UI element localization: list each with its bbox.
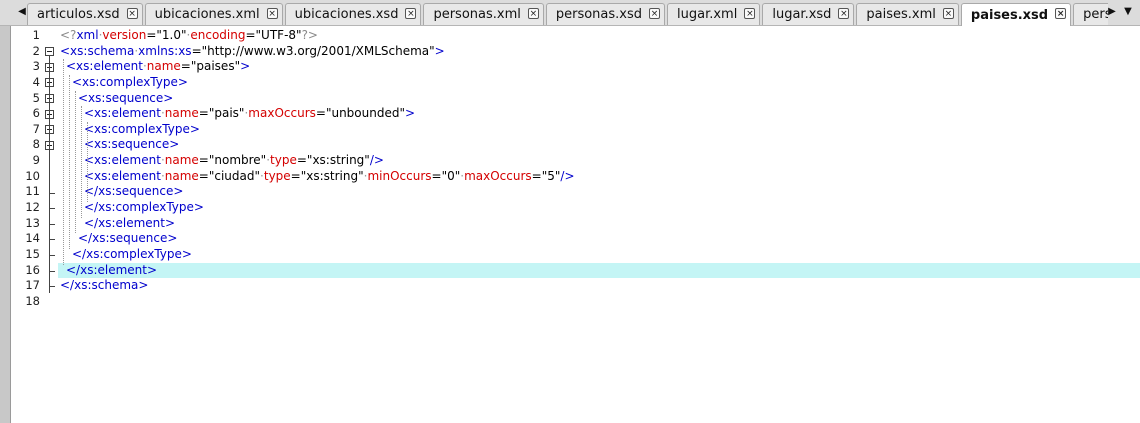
line-number: 11: [25, 184, 40, 199]
code-line: <xs:element·name="pais"·maxOccurs="unbou…: [58, 106, 1140, 122]
tab-list-menu-icon[interactable]: ▼: [1123, 6, 1133, 18]
line-number-gutter: 1 2 3 4 5 6 7 8 9 10 11 12 13 14 15 16 17 18: [11, 26, 42, 423]
code-line: <xs:element·name="ciudad"·type="xs:strin…: [58, 169, 1140, 185]
code-line: <xs:sequence>: [58, 137, 1140, 153]
tab-paises-xsd[interactable]: paises.xsd ×: [960, 3, 1072, 26]
line-number: 14: [25, 231, 40, 246]
line-number: 2: [32, 43, 40, 58]
code-text: <xs:element·name="ciudad"·type="xs:strin…: [84, 168, 575, 183]
tab-label: paises.xsd: [970, 7, 1049, 23]
code-line: </xs:element>: [58, 216, 1140, 232]
code-line: <xs:element·name="paises">: [58, 59, 1140, 75]
line-number: 6: [32, 106, 40, 121]
line-number: 7: [32, 121, 40, 136]
code-text: <xs:sequence>: [84, 137, 180, 152]
code-line: <xs:complexType>: [58, 122, 1140, 138]
code-text: <xs:complexType>: [72, 74, 188, 89]
code-text: <xs:sequence>: [78, 90, 174, 105]
tab-label: ubicaciones.xml: [154, 7, 260, 22]
tab-label: articulos.xsd: [37, 7, 120, 22]
code-line: <?xml·version="1.0"·encoding="UTF-8"?>: [58, 28, 1140, 44]
line-number: 3: [32, 59, 40, 74]
code-text: </xs:element>: [84, 215, 176, 230]
close-tab-icon[interactable]: ×: [942, 8, 954, 19]
code-text: <xs:element·name="pais"·maxOccurs="unbou…: [84, 106, 416, 121]
tab-label: lugar.xml: [677, 7, 738, 22]
tab-lugar-xsd[interactable]: lugar.xsd ×: [762, 3, 855, 25]
scroll-tabs-right-icon[interactable]: ▶: [1107, 6, 1117, 18]
tab-lugar-xml[interactable]: lugar.xml ×: [667, 3, 761, 25]
close-tab-icon[interactable]: ×: [527, 8, 539, 19]
tab-label: personas2: [1083, 7, 1108, 22]
line-number: 12: [25, 200, 40, 215]
tab-bar: ◀ articulos.xsd × ubicaciones.xml × ubicacio…: [0, 0, 1140, 26]
tab-label: personas.xsd: [555, 7, 643, 22]
line-number: 8: [32, 137, 40, 152]
code-text: </xs:sequence>: [78, 231, 178, 246]
left-strip: [0, 0, 11, 423]
line-number: 10: [25, 168, 40, 183]
code-text: </xs:complexType>: [84, 200, 204, 215]
code-line: <xs:complexType>: [58, 75, 1140, 91]
close-tab-icon[interactable]: ×: [266, 8, 278, 19]
code-line: </xs:complexType>: [58, 200, 1140, 216]
line-number: 16: [25, 262, 40, 277]
code-text: <xs:element·name="nombre"·type="xs:strin…: [84, 153, 384, 168]
code-line: </xs:sequence>: [58, 184, 1140, 200]
code-lines: <?xml·version="1.0"·encoding="UTF-8"?> <x…: [58, 28, 1140, 310]
line-number: 5: [32, 90, 40, 105]
code-line: </xs:schema>: [58, 278, 1140, 294]
tab-strip: articulos.xsd × ubicaciones.xml × ubicacione…: [27, 3, 1108, 26]
code-text: <xs:complexType>: [84, 121, 200, 136]
line-number: 18: [25, 293, 40, 308]
tab-label: personas.xml: [433, 7, 521, 22]
code-line: <xs:sequence>: [58, 91, 1140, 107]
tab-label: ubicaciones.xsd: [294, 7, 399, 22]
code-text: </xs:sequence>: [84, 184, 184, 199]
code-text: </xs:schema>: [60, 278, 149, 293]
code-line: <xs:schema·xmlns:xs="http://www.w3.org/2…: [58, 44, 1140, 60]
close-tab-icon[interactable]: ×: [1055, 8, 1067, 19]
tab-label: paises.xml: [866, 7, 936, 22]
tab-articulos-xsd[interactable]: articulos.xsd ×: [27, 3, 143, 25]
tab-paises-xml[interactable]: paises.xml ×: [856, 3, 959, 25]
tab-ubicaciones-xsd[interactable]: ubicaciones.xsd ×: [284, 3, 422, 25]
line-number: 1: [32, 28, 40, 42]
tab-personas2[interactable]: personas2: [1073, 3, 1108, 25]
code-text: </xs:complexType>: [72, 246, 192, 261]
code-line: </xs:sequence>: [58, 231, 1140, 247]
line-number: 9: [32, 153, 40, 168]
line-number: 4: [32, 74, 40, 89]
code-line: <xs:element·name="nombre"·type="xs:strin…: [58, 153, 1140, 169]
close-tab-icon[interactable]: ×: [405, 8, 417, 19]
scroll-tabs-left-icon[interactable]: ◀: [17, 6, 27, 18]
line-number: 17: [25, 278, 40, 293]
line-number: 15: [25, 246, 40, 261]
code-text: <xs:schema·xmlns:xs="http://www.w3.org/2…: [60, 43, 445, 58]
code-text: <xs:element·name="paises">: [66, 59, 251, 74]
tab-personas-xsd[interactable]: personas.xsd ×: [545, 3, 666, 25]
fold-margin: [42, 26, 58, 423]
code-line: </xs:element>: [58, 262, 1140, 279]
tab-ubicaciones-xml[interactable]: ubicaciones.xml ×: [144, 3, 283, 25]
tab-label: lugar.xsd: [772, 7, 832, 22]
code-line: </xs:complexType>: [58, 247, 1140, 263]
close-tab-icon[interactable]: ×: [126, 8, 138, 19]
code-text: <?xml·version="1.0"·encoding="UTF-8"?>: [60, 28, 318, 42]
code-text: </xs:element>: [66, 262, 158, 277]
line-number: 13: [25, 215, 40, 230]
code-editor[interactable]: 1 2 3 4 5 6 7 8 9 10 11 12 13 14 15 16 17 18 <?xml·versio…: [11, 26, 1140, 423]
close-tab-icon[interactable]: ×: [838, 8, 850, 19]
tab-personas-xml[interactable]: personas.xml ×: [423, 3, 544, 25]
close-tab-icon[interactable]: ×: [649, 8, 661, 19]
close-tab-icon[interactable]: ×: [744, 8, 756, 19]
